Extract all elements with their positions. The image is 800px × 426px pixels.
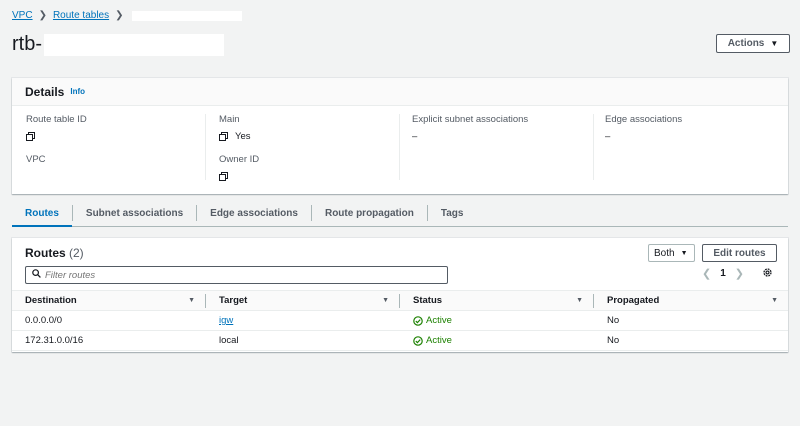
sort-icon: ▼ — [382, 297, 389, 304]
breadcrumb-route-tables-link[interactable]: Route tables — [53, 10, 109, 21]
chevron-left-icon[interactable]: ❮ — [702, 267, 711, 280]
main-value: Yes — [219, 130, 399, 142]
routes-title: Routes (2) — [25, 246, 84, 260]
target-link[interactable]: igw — [219, 315, 233, 326]
table-header: Destination ▼ Target ▼ Status ▼ Propagated ▼ — [12, 290, 788, 311]
column-header-destination-label: Destination — [25, 295, 77, 306]
edge-associations-value: – — [605, 130, 611, 142]
target-cell: local — [219, 335, 239, 346]
vpc-value — [26, 170, 205, 182]
status-badge: Active — [413, 315, 452, 326]
check-circle-icon — [413, 315, 423, 326]
details-header: Details Info — [12, 78, 788, 106]
route-table-id-value — [26, 130, 205, 142]
propagated-cell: No — [607, 315, 620, 326]
target-cell: igw — [206, 315, 400, 326]
details-column-4: Edge associations – — [594, 114, 788, 180]
copy-icon[interactable] — [219, 131, 228, 141]
actions-button-label: Actions — [727, 38, 765, 49]
details-grid: Route table ID VPC Main Yes Owner ID Exp… — [12, 106, 788, 192]
check-circle-icon — [413, 335, 423, 346]
caret-down-icon: ▼ — [770, 39, 779, 48]
page-title-text: rtb- — [12, 33, 42, 55]
breadcrumb-vpc-link[interactable]: VPC — [12, 10, 33, 21]
propagated-cell: No — [607, 335, 620, 346]
caret-down-icon: ▼ — [680, 249, 688, 257]
pagination: ❮ 1 ❯ — [702, 267, 744, 280]
column-header-propagated[interactable]: Propagated ▼ — [594, 294, 788, 308]
tab-route-propagation[interactable]: Route propagation — [312, 205, 428, 221]
sort-icon: ▼ — [188, 297, 195, 304]
column-header-status[interactable]: Status ▼ — [400, 293, 594, 308]
gear-icon[interactable] — [762, 267, 773, 281]
status-cell: Active — [400, 335, 594, 346]
owner-id-label: Owner ID — [219, 154, 260, 165]
status-badge: Active — [413, 335, 452, 346]
explicit-subnet-label: Explicit subnet associations — [412, 114, 529, 125]
actions-button[interactable]: Actions ▼ — [716, 34, 790, 53]
details-panel: Details Info Route table ID VPC Main Yes — [12, 78, 788, 194]
table-row: 0.0.0.0/0 igw Active No — [12, 311, 788, 331]
both-select[interactable]: Both ▼ — [648, 244, 695, 262]
sort-icon: ▼ — [771, 297, 778, 304]
tab-tags[interactable]: Tags — [428, 205, 477, 221]
routes-table: Destination ▼ Target ▼ Status ▼ Propagated ▼… — [12, 290, 788, 351]
edge-associations-label: Edge associations — [605, 114, 683, 125]
details-column-1: Route table ID VPC — [12, 114, 206, 180]
destination-cell: 172.31.0.0/16 — [25, 335, 84, 346]
table-row: 172.31.0.0/16 local Active No — [12, 331, 788, 351]
column-header-status-label: Status — [413, 295, 443, 306]
tab-subnet-associations[interactable]: Subnet associations — [73, 205, 198, 221]
destination-cell: 0.0.0.0/0 — [25, 315, 62, 326]
status-cell: Active — [400, 315, 594, 326]
chevron-right-icon: ❯ — [115, 10, 124, 21]
owner-id-value — [219, 170, 399, 182]
chevron-right-icon[interactable]: ❯ — [735, 267, 744, 280]
status-text: Active — [426, 315, 452, 326]
details-column-2: Main Yes Owner ID — [206, 114, 400, 182]
copy-icon[interactable] — [219, 171, 228, 181]
explicit-subnet-value: – — [412, 130, 418, 142]
search-icon — [32, 269, 41, 281]
column-header-propagated-label: Propagated — [607, 295, 660, 306]
details-title: Details — [25, 84, 65, 99]
vpc-label: VPC — [26, 154, 46, 165]
both-select-label: Both — [654, 247, 675, 259]
page-title: rtb- — [12, 33, 224, 56]
page-title-redacted — [44, 33, 224, 56]
column-header-destination[interactable]: Destination ▼ — [12, 293, 206, 308]
column-header-target-label: Target — [219, 295, 248, 306]
routes-count: (2) — [69, 246, 84, 260]
tabs: Routes Subnet associations Edge associat… — [12, 205, 788, 227]
filter-routes-field[interactable] — [25, 266, 448, 284]
main-label: Main — [219, 114, 240, 125]
tab-routes[interactable]: Routes — [12, 205, 73, 227]
main-value-text: Yes — [235, 130, 251, 142]
routes-title-text: Routes — [25, 246, 66, 260]
sort-icon: ▼ — [576, 297, 583, 304]
edit-routes-button[interactable]: Edit routes — [702, 244, 777, 262]
status-text: Active — [426, 335, 452, 346]
breadcrumb: VPC ❯ Route tables ❯ — [12, 10, 242, 21]
tab-edge-associations[interactable]: Edge associations — [197, 205, 312, 221]
details-column-3: Explicit subnet associations – — [400, 114, 594, 180]
routes-panel: Routes (2) Both ▼ Edit routes ❮ 1 ❯ Dest… — [12, 238, 788, 352]
filter-routes-input[interactable] — [45, 269, 425, 281]
breadcrumb-current-redacted — [131, 10, 242, 21]
copy-icon[interactable] — [26, 131, 35, 141]
info-link[interactable]: Info — [70, 87, 85, 96]
column-header-target[interactable]: Target ▼ — [206, 293, 400, 308]
page-number[interactable]: 1 — [720, 268, 726, 279]
route-table-id-label: Route table ID — [26, 114, 87, 125]
chevron-right-icon: ❯ — [38, 10, 47, 21]
